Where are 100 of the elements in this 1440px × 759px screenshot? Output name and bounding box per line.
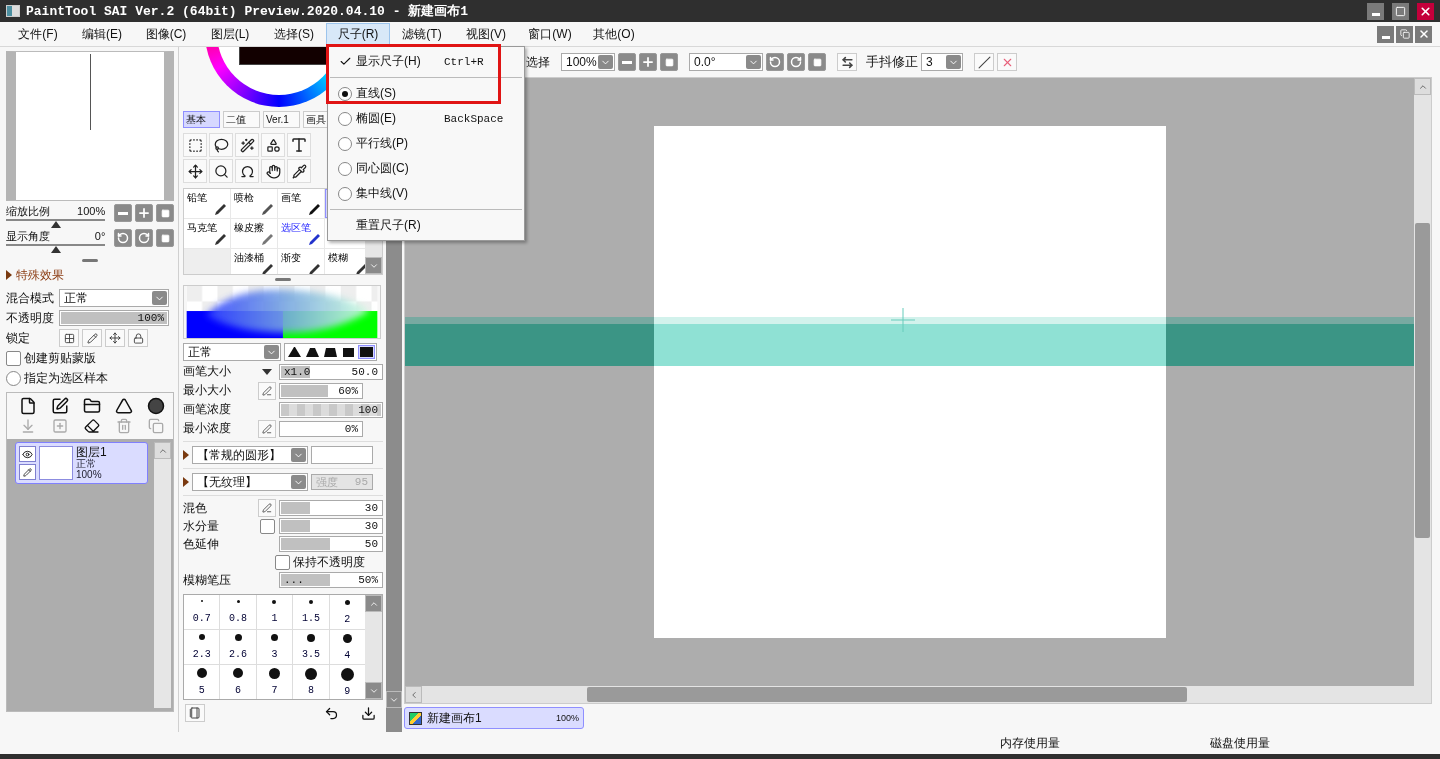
brush-tool[interactable]: 喷枪	[231, 189, 277, 218]
size-value: 7	[271, 685, 278, 696]
menu-item-label: 椭圆(E)	[356, 110, 397, 127]
menu-item[interactable]: 文件(F)	[6, 23, 70, 45]
angle-select[interactable]: 0.0°	[689, 53, 763, 71]
brush-tool[interactable]: 渐变	[278, 249, 324, 274]
mix-param-slider[interactable]: 50	[279, 536, 383, 552]
slider-value: 60%	[338, 384, 358, 397]
size-value: 2.3	[192, 648, 211, 660]
mix-param-slider[interactable]: 30	[279, 500, 383, 516]
menu-item[interactable]: 其他(O)	[582, 23, 646, 45]
menu-item-label: 同心圆(C)	[356, 160, 410, 177]
color-tab[interactable]: 二值	[223, 111, 260, 128]
brush-size-preset[interactable]: 6	[220, 665, 256, 699]
blend-mode-select[interactable]: 正常	[59, 289, 169, 307]
menu-item[interactable]: 尺子(R)	[326, 23, 390, 45]
menu-item[interactable]: 视图(V)	[454, 23, 518, 45]
texture-select[interactable]: 【无纹理】	[192, 473, 308, 491]
size-value: 2.6	[229, 649, 248, 660]
brush-size-preset[interactable]: 8	[293, 665, 329, 699]
size-value: 9	[344, 685, 351, 697]
zoom-slider[interactable]: 缩放比例 100%	[6, 204, 106, 228]
menu-item[interactable]: 图层(L)	[198, 23, 262, 45]
canvas-zoom: 100%	[555, 713, 579, 723]
brush-size-preset[interactable]: 5	[184, 665, 220, 699]
mix-param-slider[interactable]: ... 50%	[279, 572, 383, 588]
menu-item[interactable]: 图像(C)	[134, 23, 198, 45]
color-tab[interactable]: Ver.1	[263, 111, 300, 128]
menu-item[interactable]: 编辑(E)	[70, 23, 134, 45]
brush-param-label: 最小大小	[183, 382, 232, 399]
brush-param-slider[interactable]: 60%	[279, 382, 363, 399]
brush-size-preset[interactable]: 0.7	[184, 595, 220, 629]
menu-item[interactable]: 同心圆(C)	[328, 156, 524, 181]
menu-item-label: 集中线(V)	[356, 185, 409, 202]
brush-size-preset[interactable]: 7	[256, 665, 293, 699]
menu-item-label: 显示尺子(H)	[356, 53, 422, 70]
brush-size-preset[interactable]: 3.5	[293, 630, 329, 664]
brush-size-preset[interactable]: 4	[329, 630, 365, 664]
brush-param-slider[interactable]: x1.0 50.0	[279, 363, 383, 380]
menu-item[interactable]: 平行线(P)	[328, 131, 524, 156]
layer-item[interactable]: 图层1 正常 100%	[15, 442, 148, 484]
brush-tool[interactable]: 选区笔	[278, 219, 324, 248]
slider-value: 100%	[137, 312, 164, 324]
brush-tool[interactable]: 画笔	[278, 189, 324, 218]
menu-item[interactable]: 直线(S)	[328, 81, 524, 106]
brush-tool-label: 模糊	[328, 252, 348, 263]
size-value: 0.8	[229, 613, 248, 624]
stabilizer-select[interactable]: 3	[921, 53, 963, 71]
brush-tool[interactable]: 油漆桶	[231, 249, 277, 274]
opacity-slider[interactable]: 100%	[59, 310, 169, 326]
size-value: 2	[344, 613, 351, 625]
brush-tool[interactable]: 马克笔	[184, 219, 230, 248]
color-tab[interactable]: 基本	[183, 111, 220, 128]
menu-item[interactable]: 滤镜(T)	[390, 23, 454, 45]
mix-param-label: 混色	[183, 499, 208, 517]
brush-tool-label: 画笔	[281, 192, 301, 203]
canvas-name: 新建画布1	[427, 709, 482, 727]
slider-prefix: ...	[284, 574, 304, 586]
brush-shape-select[interactable]: 【常规的圆形】	[192, 446, 308, 464]
brush-param-label: 画笔大小	[183, 363, 232, 380]
menu-item[interactable]: 集中线(V)	[328, 181, 524, 206]
brush-size-preset[interactable]: 9	[329, 665, 365, 699]
slider-value: 50%	[358, 574, 378, 586]
menu-item[interactable]: 选择(S)	[262, 23, 326, 45]
brush-blend-select[interactable]: 正常	[183, 343, 281, 361]
brush-param-slider[interactable]: 100	[279, 401, 383, 418]
opacity-label: 不透明度	[6, 309, 55, 327]
status-label: 内存使用量	[1000, 734, 1060, 752]
angle-slider[interactable]: 显示角度 0°	[6, 229, 106, 253]
brush-size-preset[interactable]: 0.8	[220, 595, 256, 629]
layer-opacity: 100%	[76, 468, 103, 480]
brush-size-preset[interactable]: 3	[256, 630, 293, 664]
mix-param-slider[interactable]: 30	[279, 518, 383, 534]
slider-prefix: x1.0	[284, 365, 311, 378]
brush-tool[interactable]: 橡皮擦	[231, 219, 277, 248]
lock-label: 锁定	[6, 329, 31, 347]
brush-tool[interactable]: 铅笔	[184, 189, 230, 218]
brush-size-preset[interactable]: 2.6	[220, 630, 256, 664]
menu-item[interactable]: 窗口(W)	[518, 23, 582, 45]
slider-value: 100%	[77, 204, 106, 218]
brush-tool-label: 选区笔	[281, 222, 311, 233]
slider-value: 50	[364, 538, 378, 550]
zoom-select[interactable]: 100%	[561, 53, 615, 71]
menu-item-label: 直线(S)	[356, 85, 397, 102]
brush-size-preset[interactable]: 1.5	[293, 595, 329, 629]
menu-item-label: 重置尺子(R)	[356, 217, 422, 234]
brush-tool-label: 马克笔	[187, 222, 217, 233]
slider-value: 0°	[94, 229, 106, 243]
brush-size-preset[interactable]: 2	[329, 595, 365, 629]
shortcut-label: Ctrl+R	[444, 55, 484, 68]
brush-size-preset[interactable]: 1	[256, 595, 293, 629]
slider-value: 30	[364, 520, 378, 532]
menu-item[interactable]: 重置尺子(R)	[328, 213, 524, 238]
size-value: 0.7	[192, 612, 211, 624]
canvas-tab[interactable]: 新建画布1 100%	[404, 707, 584, 729]
menu-item[interactable]: 显示尺子(H) Ctrl+R	[328, 49, 524, 74]
window-title: PaintTool SAI Ver.2 (64bit) Preview.2020.04.10 - 新建画布1	[26, 3, 470, 20]
brush-tool[interactable]: 模糊	[325, 249, 365, 274]
effects-title: 特殊效果	[16, 266, 64, 284]
brush-size-preset[interactable]: 2.3	[184, 630, 220, 664]
